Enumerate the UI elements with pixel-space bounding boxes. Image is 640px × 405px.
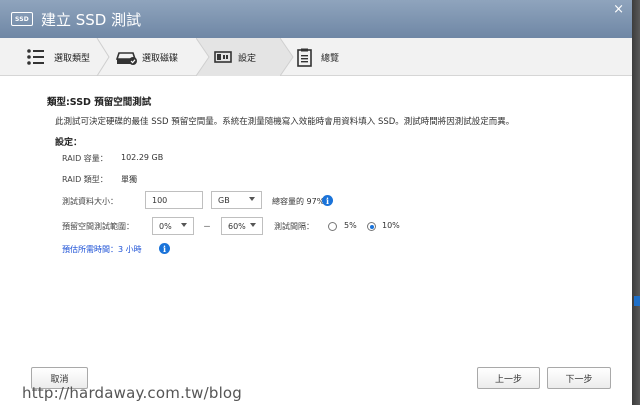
info-icon[interactable]: i	[159, 243, 170, 254]
disk-check-icon	[115, 48, 137, 66]
range-label: 預留空間測試範圍：	[62, 222, 134, 231]
background-window-edge	[632, 0, 640, 405]
step-settings: 設定	[210, 38, 280, 76]
step-separator	[96, 38, 110, 76]
step-select-type: 選取類型	[0, 38, 96, 76]
step-label: 選取磁碟	[142, 53, 179, 64]
step-label: 選取類型	[54, 53, 91, 64]
range-from-value: 0%	[159, 221, 172, 231]
step-label: 總覽	[321, 53, 340, 64]
chevron-down-icon	[249, 197, 255, 201]
test-size-label: 測試資料大小：	[62, 197, 118, 206]
estimated-time: 預估所需時間：3 小時	[62, 245, 142, 254]
settings-title: 設定：	[55, 138, 83, 148]
page-heading: 類型:SSD 預留空間測試	[47, 97, 152, 108]
watermark-text: http://hardaway.com.tw/blog	[22, 384, 243, 402]
range-to-select[interactable]: 60%	[221, 217, 263, 235]
range-from-select[interactable]: 0%	[152, 217, 194, 235]
test-size-input[interactable]: 100	[145, 191, 203, 209]
test-description: 此測試可決定硬碟的最佳 SSD 預留空間量。系統在測量隨機寫入效能時會用資料填入…	[55, 117, 515, 127]
settings-panel-icon	[214, 48, 234, 66]
background-accent	[634, 296, 640, 306]
chevron-down-icon	[250, 223, 256, 227]
clipboard-icon	[296, 48, 316, 67]
ssd-icon: SSD	[11, 12, 33, 26]
create-ssd-test-dialog: SSD 建立 SSD 測試 × 選取類型 選取磁碟 設定 總覽 類型:SSD 預…	[0, 0, 632, 405]
raid-type-label: RAID 類型：	[62, 175, 108, 184]
interval-5-label: 5%	[344, 221, 357, 230]
step-separator	[196, 38, 210, 76]
capacity-percent-text: 總容量的 97%	[272, 197, 325, 206]
raid-type-value: 單獨	[121, 175, 137, 184]
raid-capacity-label: RAID 容量：	[62, 154, 108, 163]
title-bar: SSD 建立 SSD 測試 ×	[0, 0, 632, 38]
list-icon	[26, 48, 46, 66]
raid-capacity-value: 102.29 GB	[121, 153, 164, 162]
step-separator	[280, 38, 294, 76]
step-select-disk: 選取磁碟	[110, 38, 196, 76]
interval-5-radio[interactable]	[328, 222, 337, 231]
next-button[interactable]: 下一步	[547, 367, 611, 389]
interval-10-radio[interactable]	[367, 222, 376, 231]
wizard-steps: 選取類型 選取磁碟 設定 總覽	[0, 38, 632, 76]
chevron-down-icon	[181, 223, 187, 227]
interval-label: 測試間隔：	[274, 222, 314, 231]
dialog-title: 建立 SSD 測試	[41, 10, 142, 29]
unit-select-value: GB	[218, 195, 230, 205]
range-dash: －	[203, 222, 211, 231]
step-summary: 總覽	[294, 38, 384, 76]
back-button[interactable]: 上一步	[477, 367, 540, 389]
info-icon[interactable]: i	[322, 195, 333, 206]
close-icon[interactable]: ×	[613, 2, 624, 17]
test-size-unit-select[interactable]: GB	[211, 191, 262, 209]
step-label: 設定	[238, 53, 257, 64]
interval-10-label: 10%	[382, 221, 400, 230]
range-to-value: 60%	[228, 221, 246, 231]
